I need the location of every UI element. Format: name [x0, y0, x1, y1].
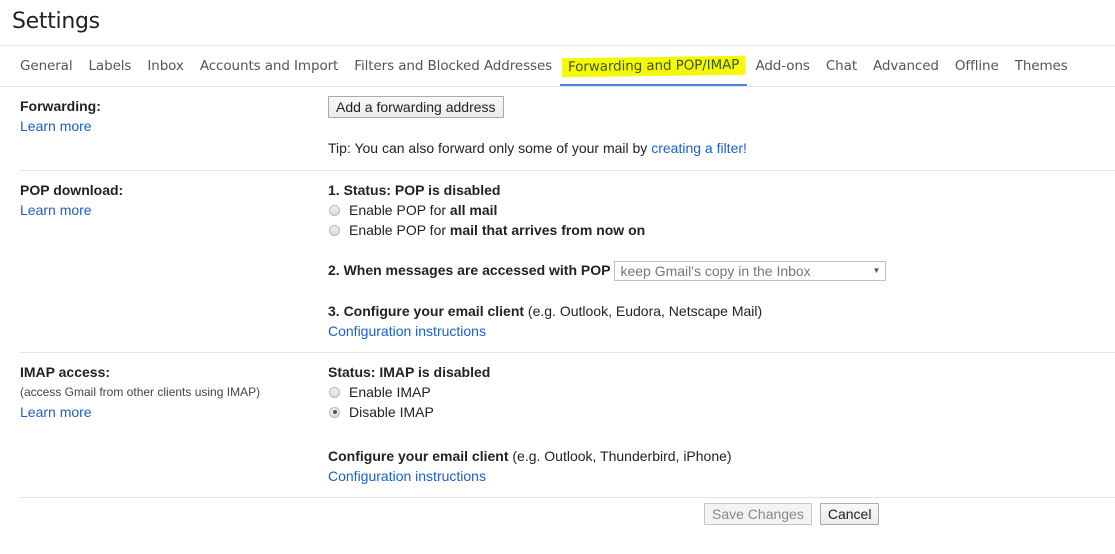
imap-option-enable[interactable]: Enable IMAP — [328, 382, 732, 402]
imap-learn-more-link[interactable]: Learn more — [20, 402, 320, 422]
pop-configure-client: 3. Configure your email client (e.g. Out… — [328, 301, 886, 321]
settings-tabs: General Labels Inbox Accounts and Import… — [12, 46, 1076, 87]
tab-advanced[interactable]: Advanced — [865, 46, 947, 86]
creating-a-filter-link[interactable]: creating a filter! — [651, 140, 747, 156]
tab-inbox[interactable]: Inbox — [139, 46, 191, 86]
tab-label: Filters and Blocked Addresses — [354, 58, 553, 74]
pop-download-label: POP download: — [20, 182, 124, 198]
imap-status: Status: IMAP is disabled — [328, 364, 491, 380]
footer-actions: Save Changes Cancel — [704, 503, 880, 525]
configure-client-examples: (e.g. Outlook, Eudora, Netscape Mail) — [524, 303, 763, 320]
tab-label: Accounts and Import — [199, 58, 339, 74]
configure-client-examples: (e.g. Outlook, Thunderbird, iPhone) — [508, 448, 732, 464]
tab-label: Offline — [954, 58, 999, 74]
option-text: Enable POP for — [349, 202, 447, 218]
save-changes-button[interactable]: Save Changes — [704, 503, 812, 525]
radio-button-checked[interactable] — [329, 406, 340, 418]
select-value: keep Gmail's copy in the Inbox — [620, 263, 811, 280]
dropdown-arrow-icon: ▼ — [872, 266, 881, 276]
forwarding-tip: Tip: You can also forward only some of y… — [328, 138, 747, 158]
divider — [20, 497, 1115, 498]
tab-label: Advanced — [873, 58, 939, 74]
pop-action-select[interactable]: keep Gmail's copy in the Inbox ▼ — [614, 261, 887, 282]
option-text: Enable IMAP — [349, 384, 431, 400]
page-title: Settings — [12, 9, 100, 34]
configure-client-bold: 3. Configure your email client — [328, 303, 525, 320]
tab-forwarding-and-pop-imap[interactable]: Forwarding and POP/IMAP — [560, 46, 748, 87]
imap-access-label: IMAP access: — [20, 364, 111, 380]
radio-button[interactable] — [329, 224, 340, 236]
imap-configuration-instructions-link[interactable]: Configuration instructions — [328, 466, 732, 486]
forwarding-learn-more-link[interactable]: Learn more — [20, 116, 320, 136]
cancel-button[interactable]: Cancel — [819, 503, 880, 525]
tab-general[interactable]: General — [12, 46, 81, 86]
tab-label: Labels — [88, 58, 132, 74]
tab-label: Add-ons — [755, 58, 810, 74]
tab-add-ons[interactable]: Add-ons — [747, 46, 817, 86]
tab-filters-and-blocked-addresses[interactable]: Filters and Blocked Addresses — [346, 46, 560, 86]
pop-option-from-now-on[interactable]: Enable POP for mail that arrives from no… — [328, 220, 886, 240]
when-accessed-label: 2. When messages are accessed with POP — [328, 262, 611, 278]
tab-accounts-and-import[interactable]: Accounts and Import — [192, 46, 346, 86]
imap-option-disable[interactable]: Disable IMAP — [328, 402, 732, 422]
add-forwarding-address-button[interactable]: Add a forwarding address — [328, 96, 504, 118]
divider — [0, 86, 1115, 87]
tip-text: Tip: You can also forward only some of y… — [328, 140, 652, 156]
radio-button[interactable] — [329, 204, 340, 216]
option-bold-text: mail that arrives from now on — [449, 222, 646, 238]
divider — [20, 170, 1115, 171]
tab-themes[interactable]: Themes — [1007, 46, 1076, 86]
pop-when-accessed-row: 2. When messages are accessed with POP ke… — [328, 260, 887, 282]
forwarding-label: Forwarding: — [20, 98, 101, 114]
divider — [20, 352, 1115, 353]
tab-label: Themes — [1014, 58, 1068, 74]
option-text: Enable POP for — [349, 222, 447, 238]
tab-label: Chat — [825, 58, 858, 74]
imap-access-sublabel: (access Gmail from other clients using I… — [20, 385, 261, 399]
option-text: Disable IMAP — [349, 404, 434, 420]
tab-label: General — [20, 58, 73, 74]
pop-status: 1. Status: POP is disabled — [328, 182, 501, 198]
imap-configure-client: Configure your email client (e.g. Outloo… — [328, 446, 732, 466]
option-bold-text: all mail — [449, 202, 498, 218]
tab-label: Inbox — [147, 58, 184, 74]
pop-configuration-instructions-link[interactable]: Configuration instructions — [328, 321, 886, 341]
radio-button[interactable] — [329, 386, 340, 398]
tab-chat[interactable]: Chat — [818, 46, 865, 86]
pop-option-all-mail[interactable]: Enable POP for all mail — [328, 200, 886, 220]
pop-learn-more-link[interactable]: Learn more — [20, 200, 320, 220]
tab-offline[interactable]: Offline — [947, 46, 1007, 86]
tab-labels[interactable]: Labels — [81, 46, 140, 86]
configure-client-bold: Configure your email client — [328, 448, 509, 464]
tab-label: Forwarding and POP/IMAP — [562, 55, 746, 77]
